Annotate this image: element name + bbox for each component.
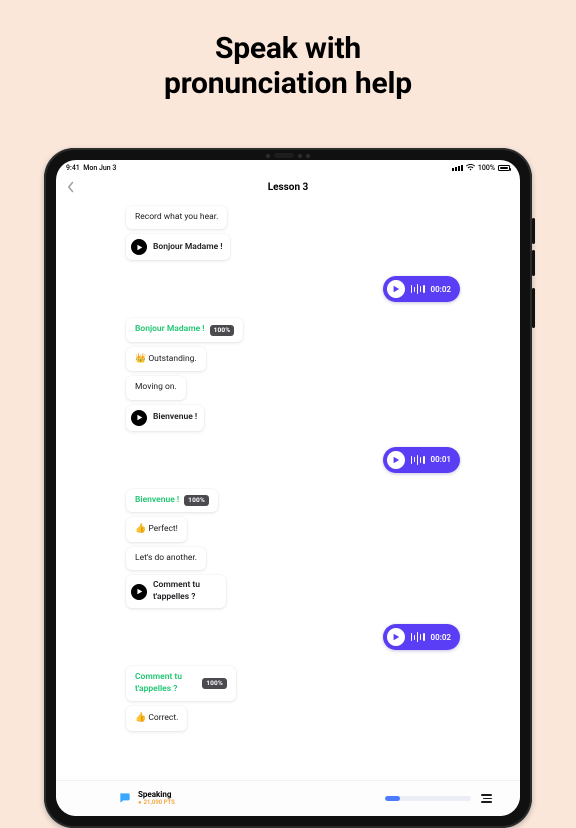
- feedback-bubble: 👍 Perfect!: [126, 517, 187, 541]
- promo-headline: Speak with pronunciation help: [0, 0, 576, 119]
- instruction-bubble: Record what you hear.: [126, 206, 227, 229]
- audio-prompt-bubble[interactable]: Comment tu t'appelles ?: [126, 575, 226, 608]
- device-button: [532, 250, 535, 276]
- status-date: Mon Jun 3: [83, 164, 116, 172]
- nav-bar: Lesson 3: [56, 174, 520, 200]
- result-text: Comment tu t'appelles ?: [135, 672, 197, 695]
- signal-icon: [452, 165, 463, 171]
- waveform-icon: [411, 284, 425, 294]
- recording-duration: 00:02: [431, 285, 451, 294]
- bottom-bar: Speaking ● 21,090 PTS Continue: [56, 780, 520, 816]
- play-icon[interactable]: [131, 239, 147, 255]
- status-time: 9:41: [66, 164, 80, 172]
- waveform-icon: [411, 455, 425, 465]
- play-icon[interactable]: [131, 584, 147, 600]
- play-icon[interactable]: [387, 280, 405, 298]
- voice-recording-bubble[interactable]: 00:02: [383, 276, 460, 302]
- status-right: 100%: [452, 164, 510, 173]
- score-badge: 100%: [202, 678, 227, 689]
- skill-points: ● 21,090 PTS: [138, 800, 175, 807]
- status-left: 9:41 Mon Jun 3: [66, 164, 116, 172]
- list-icon[interactable]: [481, 794, 492, 803]
- headline-line1: Speak with: [215, 31, 361, 66]
- headline-line2: pronunciation help: [164, 66, 412, 101]
- result-text: Bonjour Madame !: [135, 324, 205, 335]
- recording-duration: 00:02: [431, 633, 451, 642]
- thumbs-up-icon: 👍: [135, 524, 146, 534]
- feedback-bubble: 👑 Outstanding.: [126, 347, 206, 371]
- instruction-bubble: Moving on.: [126, 376, 186, 399]
- recording-duration: 00:01: [431, 455, 451, 464]
- result-bubble: Bienvenue ! 100%: [126, 489, 218, 512]
- feedback-text: Perfect!: [148, 524, 178, 534]
- score-badge: 100%: [210, 325, 235, 336]
- audio-prompt-text: Bonjour Madame !: [153, 242, 223, 253]
- device-button: [532, 218, 535, 244]
- voice-recording-bubble[interactable]: 00:01: [383, 447, 460, 473]
- feedback-bubble: 👍 Correct.: [126, 706, 187, 730]
- result-bubble: Bonjour Madame ! 100%: [126, 318, 243, 341]
- instruction-bubble: Let's do another.: [126, 547, 206, 570]
- play-icon[interactable]: [387, 628, 405, 646]
- result-text: Bienvenue !: [135, 495, 179, 506]
- tablet-frame: 9:41 Mon Jun 3 100% Lesson 3 Record what…: [44, 148, 532, 828]
- device-button: [532, 288, 535, 328]
- conversation: Record what you hear. Bonjour Madame ! 0…: [56, 200, 520, 780]
- audio-prompt-bubble[interactable]: Bienvenue !: [126, 405, 204, 431]
- audio-prompt-bubble[interactable]: Bonjour Madame !: [126, 234, 230, 260]
- device-camera: [266, 153, 310, 158]
- progress-fill: [385, 796, 400, 801]
- back-button[interactable]: [66, 181, 76, 193]
- result-bubble: Comment tu t'appelles ? 100%: [126, 666, 236, 701]
- battery-icon: [498, 165, 510, 171]
- speaking-icon: [118, 791, 132, 805]
- play-icon[interactable]: [131, 410, 147, 426]
- play-icon[interactable]: [387, 451, 405, 469]
- audio-prompt-text: Comment tu t'appelles ?: [153, 580, 219, 603]
- thumbs-up-icon: 👍: [135, 713, 146, 723]
- wifi-icon: [466, 164, 475, 173]
- skill-title: Speaking: [138, 791, 175, 800]
- feedback-text: Correct.: [148, 713, 178, 723]
- progress-bar: [385, 796, 471, 801]
- waveform-icon: [411, 632, 425, 642]
- headline-text: Speak with pronunciation help: [20, 32, 556, 101]
- crown-icon: 👑: [135, 354, 146, 364]
- score-badge: 100%: [184, 495, 209, 506]
- battery-percent: 100%: [478, 164, 495, 172]
- voice-recording-bubble[interactable]: 00:02: [383, 624, 460, 650]
- device-screen: 9:41 Mon Jun 3 100% Lesson 3 Record what…: [56, 160, 520, 816]
- skill-indicator[interactable]: Speaking ● 21,090 PTS: [118, 791, 175, 806]
- feedback-text: Outstanding.: [148, 354, 196, 364]
- status-bar: 9:41 Mon Jun 3 100%: [56, 160, 520, 174]
- audio-prompt-text: Bienvenue !: [153, 412, 197, 423]
- nav-title: Lesson 3: [268, 182, 309, 193]
